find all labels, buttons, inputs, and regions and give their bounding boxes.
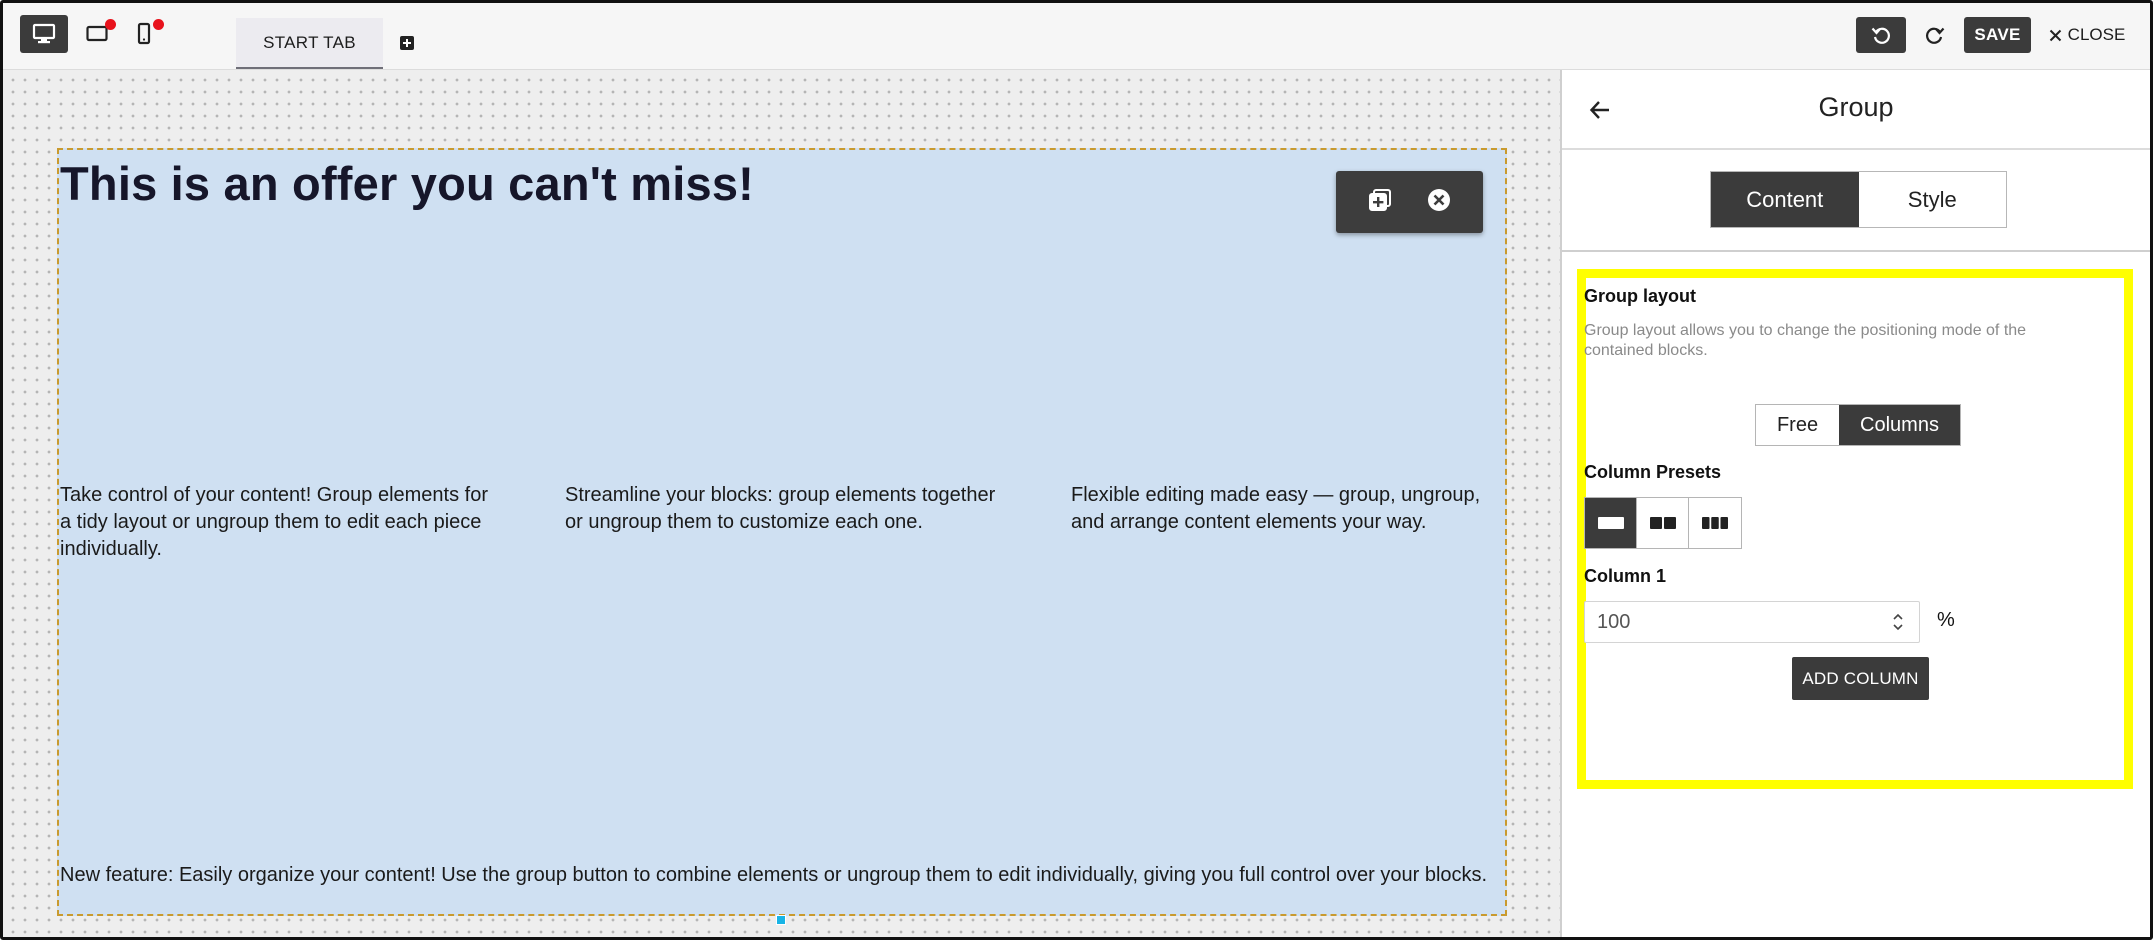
column-text-1[interactable]: Take control of your content! Group elem… [60, 482, 500, 563]
column-text-2[interactable]: Streamline your blocks: group elements t… [565, 482, 1005, 536]
undo-button[interactable] [1856, 17, 1906, 53]
close-label: CLOSE [2067, 25, 2126, 44]
panel-title: Group [1818, 92, 1894, 122]
feature-text[interactable]: New feature: Easily organize your conten… [60, 862, 1505, 889]
panel-tabs: Content Style [1710, 171, 2007, 228]
layout-columns-option[interactable]: Columns [1839, 405, 1960, 445]
group-block[interactable]: This is an offer you can't miss! Take co… [57, 148, 1507, 916]
add-tab-button[interactable] [399, 35, 415, 51]
tablet-notification-dot [105, 19, 116, 30]
tab-content[interactable]: Content [1711, 172, 1859, 227]
two-columns-icon [1649, 517, 1676, 529]
duplicate-icon [1368, 188, 1391, 211]
column-1-width-input[interactable] [1584, 601, 1920, 643]
tab-start-label: START TAB [263, 32, 356, 52]
app-window: START TAB SAVE CLOSE This is an offer yo… [0, 0, 2153, 940]
redo-icon [1926, 27, 1945, 44]
add-tab-icon [400, 36, 414, 50]
block-floating-toolbar [1336, 171, 1483, 233]
tab-style[interactable]: Style [1859, 172, 2007, 227]
desktop-icon [32, 23, 56, 44]
layout-mode-toggle: Free Columns [1755, 404, 1961, 446]
column-presets-label: Column Presets [1584, 462, 1722, 482]
save-button[interactable]: SAVE [1964, 17, 2031, 53]
group-layout-description: Group layout allows you to change the po… [1584, 322, 2027, 359]
stepper-arrows-icon [1893, 613, 1903, 631]
three-columns-icon [1702, 517, 1728, 529]
panel-header: Group [1562, 70, 2150, 150]
preset-one-column[interactable] [1585, 498, 1637, 548]
close-button[interactable]: CLOSE [2045, 17, 2129, 53]
column-1-label: Column 1 [1584, 566, 1667, 586]
undo-icon [1871, 27, 1890, 44]
top-toolbar: START TAB SAVE CLOSE [3, 3, 2150, 70]
column-1-stepper[interactable] [1890, 609, 1906, 635]
remove-block-button[interactable] [1426, 187, 1452, 218]
offer-heading[interactable]: This is an offer you can't miss! [60, 156, 754, 211]
duplicate-button[interactable] [1367, 187, 1393, 218]
column-presets [1584, 497, 1742, 549]
resize-handle[interactable] [776, 915, 786, 925]
mobile-icon [137, 22, 151, 45]
editor-canvas[interactable]: This is an offer you can't miss! Take co… [3, 70, 1560, 937]
layout-free-option[interactable]: Free [1756, 405, 1839, 445]
close-icon [2049, 29, 2061, 41]
divider [1562, 250, 2150, 252]
column-text-3[interactable]: Flexible editing made easy — group, ungr… [1071, 482, 1507, 536]
add-column-button[interactable]: ADD COLUMN [1792, 657, 1929, 700]
group-layout-label: Group layout [1584, 286, 1696, 306]
one-column-icon [1597, 517, 1624, 529]
close-circle-icon [1428, 188, 1451, 211]
desktop-view-button[interactable] [20, 15, 68, 53]
settings-panel: Group Content Style Group layout Group l… [1560, 70, 2150, 937]
redo-button[interactable] [1915, 17, 1955, 53]
preset-three-columns[interactable] [1689, 498, 1741, 548]
mobile-notification-dot [153, 19, 164, 30]
preset-two-columns[interactable] [1637, 498, 1689, 548]
tab-start[interactable]: START TAB [236, 18, 383, 69]
column-1-unit: % [1937, 609, 1955, 631]
